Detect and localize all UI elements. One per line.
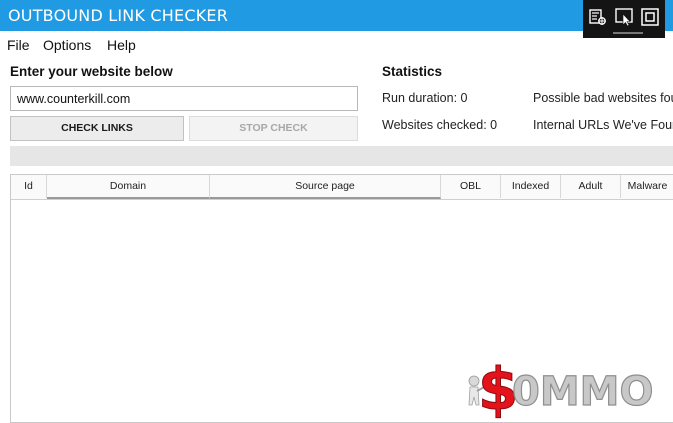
devtools-toolbar	[583, 0, 665, 38]
select-element-icon[interactable]	[614, 7, 634, 27]
live-visual-tree-icon[interactable]	[588, 7, 608, 27]
internal-urls-stat: Internal URLs We've Found	[533, 118, 673, 132]
column-header-adult[interactable]: Adult	[561, 175, 621, 198]
menu-help[interactable]: Help	[107, 37, 136, 53]
column-header-malware[interactable]: Malware	[621, 175, 673, 198]
column-header-source-page[interactable]: Source page	[210, 175, 441, 199]
menu-bar: File Options Help	[0, 34, 673, 56]
column-header-indexed[interactable]: Indexed	[501, 175, 561, 198]
websites-checked-stat: Websites checked: 0	[382, 118, 498, 132]
window-title: OUTBOUND LINK CHECKER	[8, 6, 229, 25]
menu-options[interactable]: Options	[43, 37, 91, 53]
column-header-id[interactable]: Id	[11, 175, 47, 198]
check-links-button[interactable]: CHECK LINKS	[10, 116, 184, 141]
menu-file[interactable]: File	[7, 37, 30, 53]
somo-watermark-logo: $ 0MMO	[468, 355, 654, 423]
progress-bar	[10, 146, 673, 166]
title-bar: OUTBOUND LINK CHECKER	[0, 0, 673, 31]
website-url-input[interactable]	[10, 86, 358, 111]
statistics-heading: Statistics	[382, 64, 443, 79]
run-duration-stat: Run duration: 0	[382, 91, 468, 105]
column-header-obl[interactable]: OBL	[441, 175, 501, 198]
possible-bad-websites-stat: Possible bad websites fou	[533, 91, 673, 105]
website-heading: Enter your website below	[10, 64, 173, 79]
column-header-domain[interactable]: Domain	[47, 175, 210, 199]
stop-check-button: STOP CHECK	[189, 116, 358, 141]
display-layout-adorners-icon[interactable]	[640, 7, 660, 27]
table-header: Id Domain Source page OBL Indexed Adult …	[11, 175, 673, 200]
watermark-wordmark: 0MMO	[512, 369, 653, 415]
